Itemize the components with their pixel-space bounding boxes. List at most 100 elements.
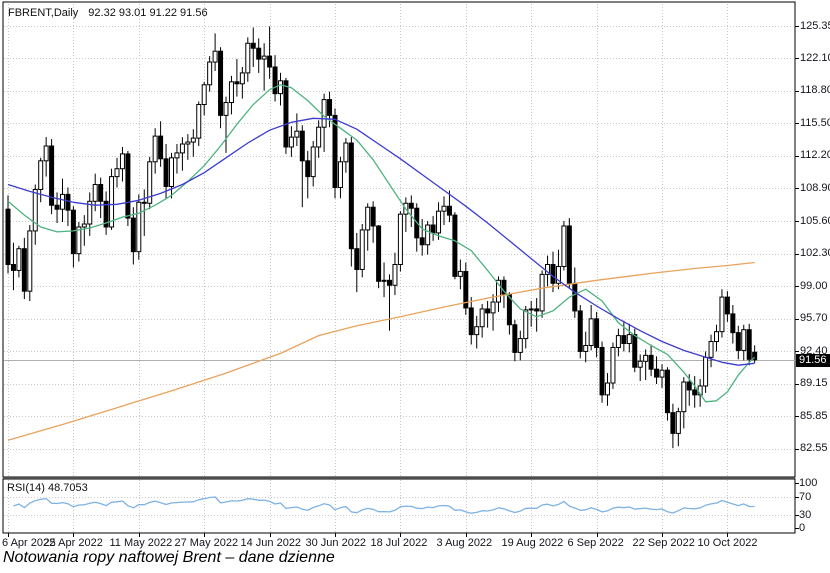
candle-body	[441, 205, 447, 212]
candle-body	[686, 381, 692, 391]
candle-body	[583, 344, 589, 352]
candle-body	[299, 130, 305, 162]
price-axis-label: 102.30	[800, 247, 830, 260]
candle-body	[207, 61, 213, 86]
candle-body	[468, 307, 474, 336]
candle-body	[615, 335, 621, 348]
candle-body	[125, 153, 131, 219]
candle-body	[528, 308, 534, 311]
candle-body	[316, 126, 322, 148]
candle-body	[54, 204, 60, 210]
candle-body	[196, 104, 202, 139]
candle-body	[119, 153, 125, 170]
candle-body	[517, 338, 523, 353]
candle-body	[681, 381, 687, 413]
ohlc-values: 92.32 93.01 91.22 91.56	[88, 7, 208, 19]
candle-body	[223, 102, 229, 116]
candle-body	[174, 152, 180, 159]
candle-body	[5, 208, 11, 266]
candle-body	[381, 279, 387, 282]
candle-body	[610, 346, 616, 384]
candle-body	[130, 217, 136, 253]
candle-body	[250, 42, 256, 49]
candle-body	[310, 146, 316, 178]
price-axis-label: 89.15	[800, 377, 828, 389]
chart-title: FBRENT,Daily 92.32 93.01 91.22 91.56	[8, 7, 208, 19]
candle-body	[245, 42, 251, 74]
candle-down	[283, 77, 289, 154]
candle-body	[278, 80, 283, 95]
rsi-axis-label: 30	[799, 508, 812, 521]
candle-body	[452, 214, 458, 277]
candle-up	[610, 342, 616, 389]
candle-body	[288, 136, 294, 148]
candle-down	[348, 137, 354, 267]
candle-body	[359, 229, 365, 270]
candle-body	[670, 412, 676, 434]
candle-down	[577, 304, 583, 359]
candle-body	[190, 137, 196, 143]
price-axis-label: 122.10	[800, 51, 830, 64]
candle-body	[65, 193, 71, 211]
candle-body	[643, 354, 649, 362]
time-axis-label: 22 Sep 2022	[632, 537, 695, 549]
chart-canvas[interactable]	[0, 0, 830, 573]
candle-body	[474, 326, 480, 336]
candle-body	[566, 225, 572, 284]
candle-body	[648, 354, 654, 370]
price-axis-label: 115.50	[800, 116, 830, 129]
candle-body	[430, 224, 436, 234]
candle-body	[692, 389, 698, 396]
candle-body	[577, 310, 583, 352]
time-axis-label: 10 Oct 2022	[697, 537, 758, 549]
candle-body	[10, 264, 16, 271]
chart-caption: Notowania ropy naftowej Brent – dane dzi…	[3, 549, 335, 566]
candle-body	[436, 210, 442, 234]
candle-down	[376, 225, 382, 289]
candle-body	[354, 248, 360, 270]
candle-body	[163, 158, 169, 187]
candle-body	[392, 264, 398, 286]
candle-body	[332, 114, 338, 188]
candle-body	[327, 99, 333, 116]
rsi-axis-label: 0	[799, 522, 806, 534]
candle-body	[365, 206, 371, 231]
candle-down	[125, 150, 131, 226]
time-axis-label: 6 Sep 2022	[567, 537, 624, 549]
candle-body	[81, 223, 87, 228]
price-axis-label: 108.90	[800, 181, 830, 194]
candle-body	[637, 360, 643, 368]
time-axis-label: 30 Jun 2022	[305, 537, 367, 549]
candle-body	[158, 135, 164, 160]
candle-up	[147, 156, 153, 210]
time-axis-label: 11 May 2022	[109, 537, 173, 549]
time-axis-label: 25 Apr 2022	[43, 537, 103, 549]
rsi-axis-label: 70	[799, 490, 812, 503]
candle-down	[746, 323, 752, 366]
candle-body	[141, 201, 147, 204]
candle-body	[397, 213, 403, 266]
candle-body	[457, 270, 463, 277]
candle-body	[60, 193, 65, 210]
candle-body	[261, 55, 267, 60]
symbol-timeframe-label: FBRENT,Daily	[8, 7, 79, 19]
candle-body	[21, 248, 27, 292]
candle-body	[675, 411, 681, 434]
candle-body	[38, 160, 44, 190]
chart-window: FBRENT,Daily 92.32 93.01 91.22 91.56 RSI(…	[0, 0, 830, 573]
candle-up	[27, 225, 33, 302]
candle-body	[16, 248, 22, 271]
candle-body	[234, 81, 240, 85]
candle-body	[446, 205, 452, 216]
candle-body	[136, 201, 142, 253]
candle-down	[664, 367, 670, 421]
candle-body	[703, 356, 709, 387]
candle-body	[632, 334, 638, 368]
time-axis-label: 27 May 2022	[174, 537, 239, 549]
candle-body	[714, 331, 719, 343]
candle-down	[332, 108, 338, 199]
candle-body	[387, 279, 392, 286]
rsi-axis-label: 100	[799, 477, 818, 489]
candle-up	[359, 224, 365, 278]
candle-body	[741, 329, 747, 351]
